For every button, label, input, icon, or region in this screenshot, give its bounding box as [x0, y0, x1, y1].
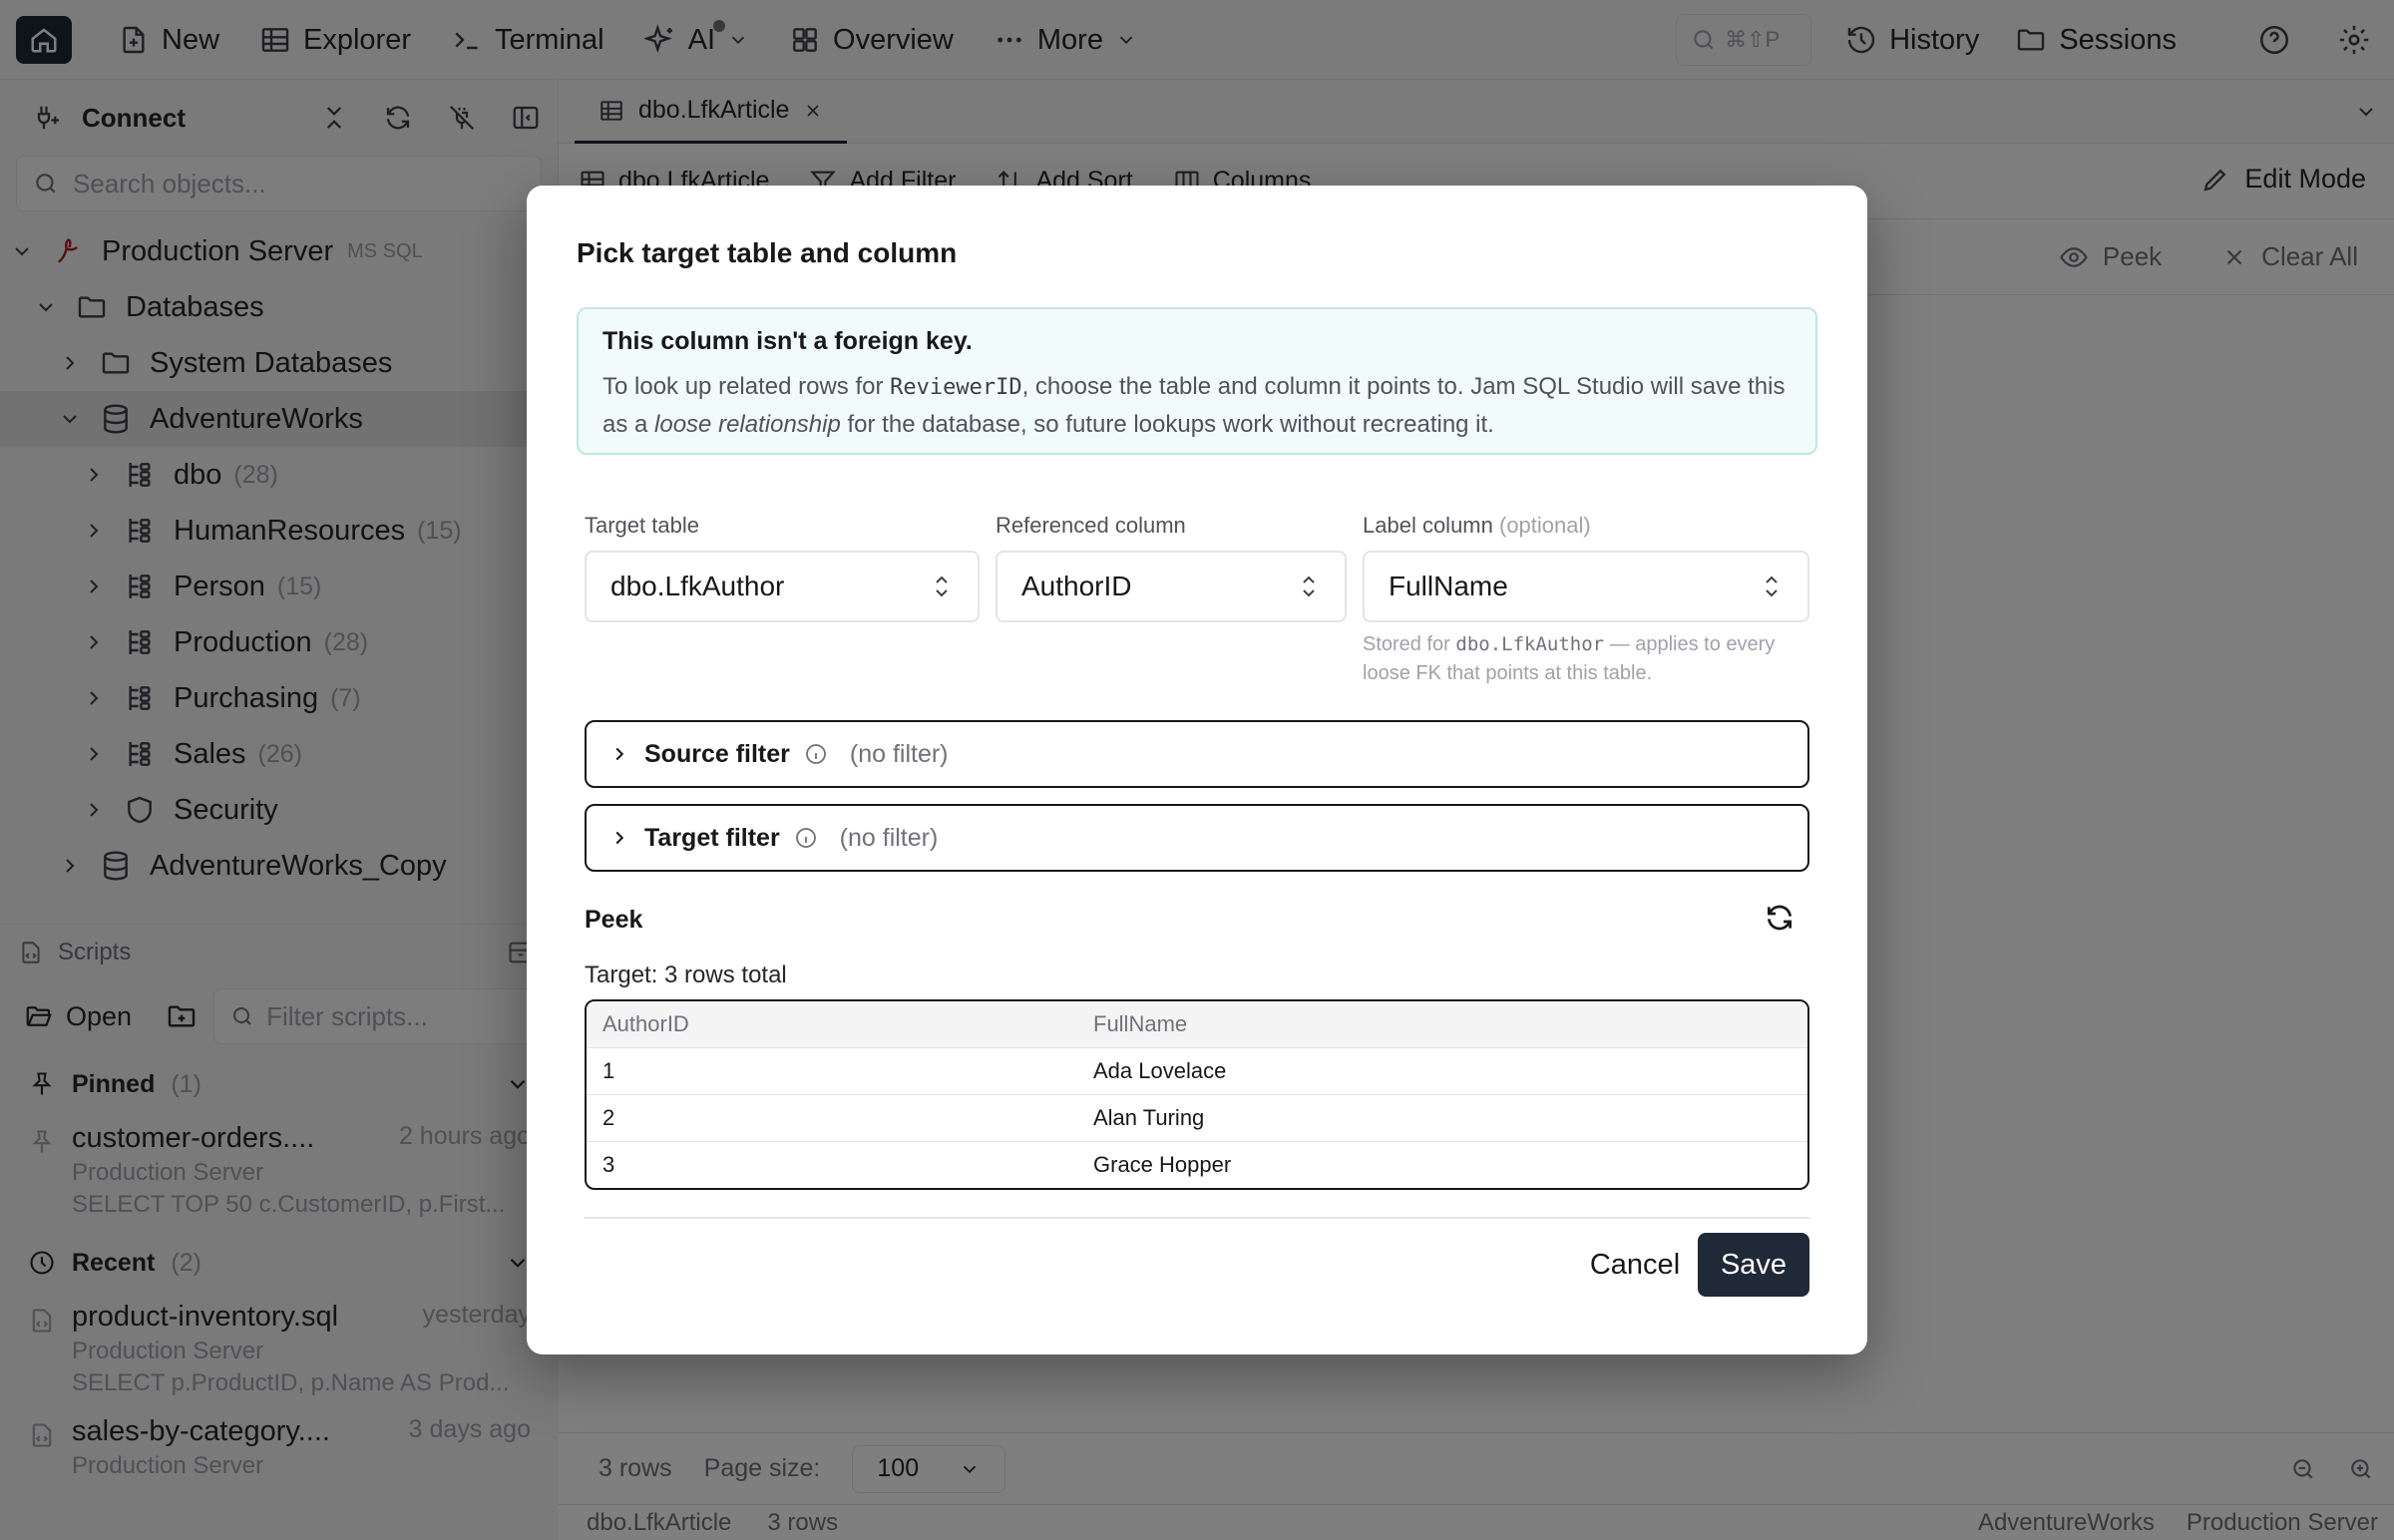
- peek-table: AuthorID FullName 1 Ada Lovelace 2 Alan …: [585, 999, 1809, 1190]
- target-table-label: Target table: [585, 513, 699, 538]
- label-column-label-text: Label column: [1363, 513, 1493, 538]
- cell-fullname: Ada Lovelace: [1093, 1058, 1227, 1083]
- target-table-value: dbo.LfkAuthor: [610, 571, 785, 601]
- column-header: FullName: [1093, 1011, 1188, 1036]
- peek-heading: Peek: [585, 906, 643, 934]
- chevrons-up-down-icon: [1766, 576, 1778, 597]
- not-foreign-key-notice: This column isn't a foreign key. To look…: [577, 307, 1817, 455]
- target-filter-label: Target filter: [644, 823, 780, 852]
- cell-fullname: Alan Turing: [1093, 1105, 1205, 1130]
- label-column-optional: (optional): [1499, 513, 1591, 538]
- column-header: AuthorID: [602, 1011, 689, 1036]
- chevron-right-icon: [615, 747, 624, 761]
- notice-column-name: ReviewerID: [890, 375, 1022, 400]
- dialog-title: Pick target table and column: [577, 237, 958, 268]
- info-icon[interactable]: [794, 826, 818, 850]
- save-button[interactable]: Save: [1698, 1233, 1809, 1297]
- chevron-right-icon: [615, 831, 624, 845]
- target-filter-value: (no filter): [839, 823, 939, 852]
- refresh-icon: [1768, 905, 1792, 931]
- source-filter-label: Source filter: [644, 739, 790, 768]
- table-row: 2 Alan Turing: [587, 1094, 1807, 1141]
- notice-emphasis: loose relationship: [654, 411, 841, 438]
- cell-authorid: 2: [602, 1105, 615, 1130]
- referenced-column-value: AuthorID: [1021, 571, 1132, 601]
- notice-text-3: for the database, so future lookups work…: [840, 411, 1494, 438]
- label-column-hint: Stored for dbo.LfkAuthor — applies to ev…: [1363, 630, 1821, 688]
- chevrons-up-down-icon: [1303, 576, 1315, 597]
- label-column-value: FullName: [1389, 571, 1508, 601]
- label-column-label: Label column (optional): [1363, 513, 1591, 539]
- peek-refresh-button[interactable]: [1760, 898, 1799, 938]
- referenced-column-label: Referenced column: [996, 513, 1186, 538]
- source-filter-section[interactable]: Source filter (no filter): [585, 720, 1809, 788]
- table-row: 3 Grace Hopper: [587, 1141, 1807, 1188]
- cell-authorid: 1: [602, 1058, 615, 1083]
- notice-heading: This column isn't a foreign key.: [602, 327, 973, 355]
- referenced-column-select[interactable]: AuthorID: [996, 551, 1347, 622]
- notice-text-1: To look up related rows for: [602, 373, 891, 400]
- cell-fullname: Grace Hopper: [1093, 1152, 1232, 1177]
- target-table-select[interactable]: dbo.LfkAuthor: [585, 551, 980, 622]
- notice-body: To look up related rows for ReviewerID, …: [602, 368, 1792, 443]
- info-icon[interactable]: [804, 742, 828, 766]
- hint-table-name: dbo.LfkAuthor: [1455, 633, 1605, 655]
- chevrons-up-down-icon: [936, 576, 948, 597]
- peek-row-total: Target: 3 rows total: [585, 962, 787, 988]
- source-filter-value: (no filter): [849, 739, 949, 768]
- footer-divider: [585, 1217, 1809, 1219]
- hint-text-1: Stored for: [1363, 633, 1456, 655]
- cell-authorid: 3: [602, 1152, 615, 1177]
- label-column-select[interactable]: FullName: [1363, 551, 1809, 622]
- target-filter-section[interactable]: Target filter (no filter): [585, 804, 1809, 872]
- cancel-button[interactable]: Cancel: [1558, 1233, 1712, 1297]
- table-row: 1 Ada Lovelace: [587, 1047, 1807, 1094]
- peek-table-header: AuthorID FullName: [587, 1001, 1807, 1047]
- pick-target-dialog: Pick target table and column This column…: [527, 186, 1867, 1354]
